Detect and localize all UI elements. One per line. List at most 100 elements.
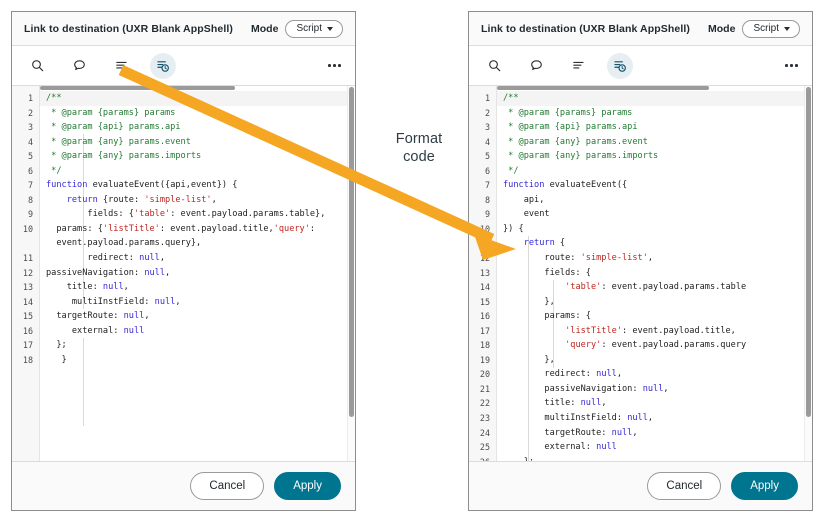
code-line[interactable]: /** [497, 91, 812, 106]
code-line[interactable]: }) { [497, 222, 812, 237]
line-number: 16 [479, 311, 490, 322]
code-line[interactable]: }; [497, 455, 812, 461]
code-line[interactable]: } [40, 353, 355, 368]
line-number: 21 [479, 383, 490, 394]
code-line[interactable]: passiveNavigation: null, [497, 382, 812, 397]
code-line[interactable]: * @param {params} params [40, 106, 355, 121]
code-line[interactable]: api, [497, 193, 812, 208]
code-token: 'listTitle' [565, 325, 623, 336]
code-line[interactable]: function evaluateEvent({api,event}) { [40, 178, 355, 193]
code-line[interactable]: */ [497, 164, 812, 179]
more-options-icon[interactable] [783, 60, 800, 71]
format-code-icon[interactable] [150, 52, 176, 79]
code-token: , [647, 413, 654, 424]
code-line[interactable]: fields: {'table': event.payload.params.t… [40, 207, 355, 222]
code-line[interactable]: title: null, [497, 396, 812, 411]
line-number: 10 [22, 223, 33, 234]
code-token: , [647, 253, 654, 264]
code-token: evaluateEvent({ [544, 180, 628, 191]
format-code-icon[interactable] [607, 52, 633, 79]
code-line[interactable]: }; [40, 338, 355, 353]
comment-icon[interactable] [523, 53, 549, 79]
code-line[interactable]: event.payload.params.query}, [40, 236, 355, 251]
code-line[interactable]: params: { [497, 309, 812, 324]
code-line[interactable]: event [497, 207, 812, 222]
code-token: targetRoute: [503, 427, 612, 438]
line-number: 22 [479, 398, 490, 409]
code-line[interactable]: * @param {any} params.imports [497, 149, 812, 164]
code-token: event.payload.params.query}, [46, 238, 202, 249]
cancel-button[interactable]: Cancel [647, 471, 722, 501]
horizontal-scrollbar[interactable] [40, 86, 348, 91]
code-token: }, [503, 296, 555, 307]
search-icon[interactable] [24, 53, 50, 79]
search-icon[interactable] [481, 53, 507, 79]
vertical-scrollbar[interactable] [347, 86, 355, 461]
line-number: 23 [479, 413, 490, 424]
line-number: 6 [484, 165, 490, 176]
mode-dropdown[interactable]: Script [742, 19, 800, 38]
line-number: 20 [479, 369, 490, 380]
code-line[interactable]: external: null [40, 324, 355, 339]
comment-icon[interactable] [66, 53, 92, 79]
line-number: 16 [22, 325, 33, 336]
code-token: fields: { [503, 267, 591, 278]
code-token: * @param {api} params.api [46, 122, 181, 133]
code-line[interactable]: * @param {any} params.event [497, 135, 812, 150]
code-line[interactable]: redirect: null, [40, 251, 355, 266]
line-number: 4 [484, 136, 490, 147]
code-token: title: [46, 282, 103, 293]
code-editor-after[interactable]: 1 2 3 4 5 6 7 8 9 10 11 12 13 14 15 16 17 18 19 20 21 22 23 24 2… [469, 86, 812, 462]
horizontal-scrollbar[interactable] [497, 86, 805, 91]
code-line[interactable]: * @param {any} params.event [40, 135, 355, 150]
more-options-icon[interactable] [326, 60, 343, 71]
code-token: multiInstField: [503, 413, 628, 424]
code-line[interactable]: targetRoute: null, [497, 426, 812, 441]
code-line[interactable]: */ [40, 164, 355, 179]
vertical-scrollbar[interactable] [804, 86, 812, 461]
text-lines-icon[interactable] [565, 53, 591, 79]
code-line[interactable]: 'query': event.payload.params.query [497, 338, 812, 353]
line-number: 14 [479, 282, 490, 293]
code-line[interactable]: redirect: null, [497, 367, 812, 382]
code-line[interactable]: * @param {api} params.api [497, 120, 812, 135]
code-line[interactable]: 'listTitle': event.payload.title, [497, 324, 812, 339]
code-token: , [144, 311, 150, 322]
code-line[interactable]: route: 'simple-list', [497, 251, 812, 266]
code-lines[interactable]: /** * @param {params} params * @param {a… [497, 86, 812, 461]
code-line[interactable]: * @param {params} params [497, 106, 812, 121]
code-line[interactable]: * @param {any} params.imports [40, 149, 355, 164]
dialog-footer: Cancel Apply [469, 462, 812, 510]
code-line[interactable]: multiInstField: null, [40, 295, 355, 310]
code-token: , [632, 427, 638, 438]
code-line[interactable]: return {route: 'simple-list', [40, 193, 355, 208]
apply-button[interactable]: Apply [731, 471, 798, 501]
code-token: /** [503, 93, 519, 103]
code-line[interactable]: title: null, [40, 280, 355, 295]
text-lines-icon[interactable] [108, 53, 134, 79]
cancel-button[interactable]: Cancel [190, 471, 265, 501]
code-line[interactable]: /** [40, 91, 355, 106]
code-line[interactable]: * @param {api} params.api [40, 120, 355, 135]
code-line[interactable]: return { [497, 236, 812, 251]
code-token: {route: [97, 194, 145, 205]
code-line[interactable]: function evaluateEvent({ [497, 178, 812, 193]
code-line[interactable]: targetRoute: null, [40, 309, 355, 324]
code-line[interactable]: fields: { [497, 266, 812, 281]
code-lines[interactable]: /** * @param {params} params * @param {a… [40, 86, 355, 461]
apply-button[interactable]: Apply [274, 471, 341, 501]
line-number: 2 [27, 107, 33, 118]
code-line[interactable]: 'table': event.payload.params.table [497, 280, 812, 295]
code-editor-before[interactable]: 12345678910·1112131415161718 /** * @para… [12, 86, 355, 462]
code-line[interactable]: }, [497, 353, 812, 368]
line-number: 3 [27, 122, 33, 133]
line-number: 17 [22, 340, 33, 351]
code-line[interactable]: external: null [497, 440, 812, 455]
mode-dropdown[interactable]: Script [285, 19, 343, 38]
code-line[interactable]: params: {'listTitle': event.payload.titl… [40, 222, 355, 237]
code-line[interactable]: }, [497, 295, 812, 310]
code-line[interactable]: multiInstField: null, [497, 411, 812, 426]
code-token: : event.payload.params.table [601, 282, 747, 293]
code-line[interactable]: passiveNavigation: null, [40, 266, 355, 281]
